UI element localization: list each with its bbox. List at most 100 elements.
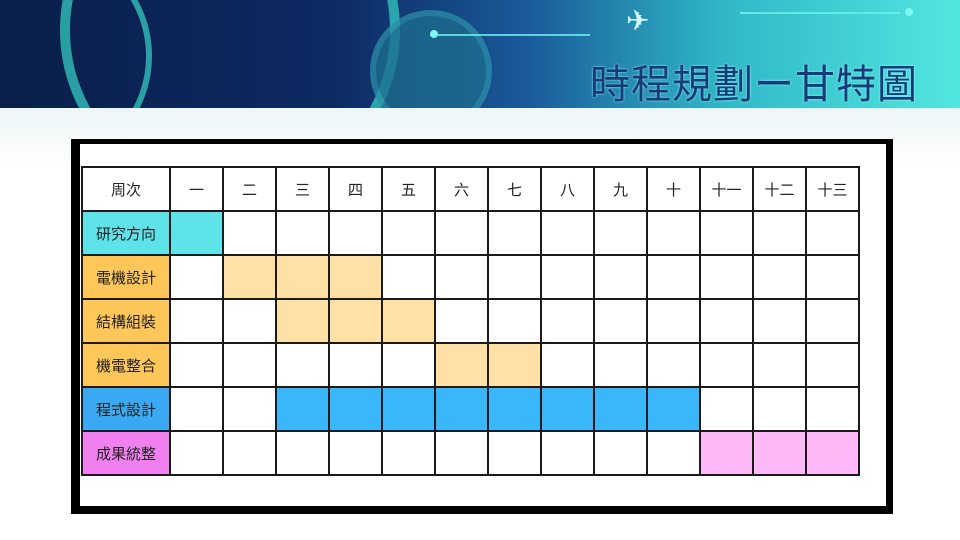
empty-cell — [593, 254, 648, 300]
gantt-bar-cell — [328, 254, 383, 300]
empty-cell — [593, 430, 648, 476]
gantt-bar-cell — [699, 430, 754, 476]
empty-cell — [752, 342, 807, 388]
empty-cell — [540, 298, 595, 344]
task-row: 結構組裝 — [81, 298, 860, 344]
empty-cell — [381, 430, 436, 476]
gantt-bar-cell — [381, 386, 436, 432]
empty-cell — [222, 298, 277, 344]
empty-cell — [434, 430, 489, 476]
task-label: 程式設計 — [81, 386, 171, 432]
gantt-bar-cell — [487, 342, 542, 388]
empty-cell — [699, 342, 754, 388]
task-label: 結構組裝 — [81, 298, 171, 344]
gantt-bar-cell — [540, 386, 595, 432]
task-row: 電機設計 — [81, 254, 860, 300]
empty-cell — [699, 254, 754, 300]
gantt-bar-cell — [646, 386, 701, 432]
plane-icon: ✈ — [626, 4, 650, 37]
empty-cell — [487, 430, 542, 476]
gantt-bar-cell — [275, 298, 330, 344]
empty-cell — [222, 430, 277, 476]
empty-cell — [593, 342, 648, 388]
empty-cell — [699, 210, 754, 256]
empty-cell — [434, 210, 489, 256]
empty-cell — [222, 386, 277, 432]
empty-cell — [540, 254, 595, 300]
empty-cell — [169, 430, 224, 476]
circuit-dot — [430, 30, 438, 38]
task-label: 成果統整 — [81, 430, 171, 476]
empty-cell — [169, 342, 224, 388]
empty-cell — [752, 386, 807, 432]
empty-cell — [646, 430, 701, 476]
empty-cell — [169, 298, 224, 344]
gantt-bar-cell — [275, 386, 330, 432]
empty-cell — [328, 430, 383, 476]
week-column-header: 八 — [540, 166, 595, 212]
gantt-bar-cell — [434, 342, 489, 388]
week-column-header: 五 — [381, 166, 436, 212]
empty-cell — [328, 342, 383, 388]
empty-cell — [487, 298, 542, 344]
empty-cell — [805, 298, 860, 344]
empty-cell — [805, 386, 860, 432]
week-column-header: 一 — [169, 166, 224, 212]
empty-cell — [540, 430, 595, 476]
gantt-bar-cell — [752, 430, 807, 476]
empty-cell — [699, 386, 754, 432]
empty-cell — [752, 254, 807, 300]
task-row: 程式設計 — [81, 386, 860, 432]
gantt-bar-cell — [275, 254, 330, 300]
week-column-header: 十二 — [752, 166, 807, 212]
empty-cell — [593, 298, 648, 344]
task-row: 研究方向 — [81, 210, 860, 256]
week-column-header: 二 — [222, 166, 277, 212]
week-column-header: 四 — [328, 166, 383, 212]
empty-cell — [381, 254, 436, 300]
empty-cell — [434, 298, 489, 344]
empty-cell — [646, 210, 701, 256]
empty-cell — [752, 298, 807, 344]
empty-cell — [805, 342, 860, 388]
task-label: 機電整合 — [81, 342, 171, 388]
gantt-bar-cell — [381, 298, 436, 344]
task-row: 機電整合 — [81, 342, 860, 388]
empty-cell — [434, 254, 489, 300]
week-column-header: 九 — [593, 166, 648, 212]
gear-decoration — [60, 0, 400, 108]
gantt-bar-cell — [805, 430, 860, 476]
empty-cell — [805, 210, 860, 256]
empty-cell — [169, 386, 224, 432]
empty-cell — [381, 342, 436, 388]
empty-cell — [487, 210, 542, 256]
empty-cell — [752, 210, 807, 256]
task-label: 研究方向 — [81, 210, 171, 256]
empty-cell — [169, 254, 224, 300]
gantt-bar-cell — [434, 386, 489, 432]
task-label: 電機設計 — [81, 254, 171, 300]
circuit-line — [740, 12, 900, 14]
gantt-bar-cell — [169, 210, 224, 256]
empty-cell — [275, 430, 330, 476]
week-column-header: 十 — [646, 166, 701, 212]
task-row: 成果統整 — [81, 430, 860, 476]
empty-cell — [222, 342, 277, 388]
circuit-dot — [905, 8, 913, 16]
empty-cell — [275, 210, 330, 256]
week-column-header: 十一 — [699, 166, 754, 212]
week-column-header: 十三 — [805, 166, 860, 212]
page-title: 時程規劃ー甘特圖 — [590, 62, 918, 108]
empty-cell — [699, 298, 754, 344]
empty-cell — [593, 210, 648, 256]
empty-cell — [646, 342, 701, 388]
week-column-header: 七 — [487, 166, 542, 212]
empty-cell — [487, 254, 542, 300]
gantt-table: 周次一二三四五六七八九十十一 十二 十三 研究方向 電機設計 結構組裝 機電整合 程式設計 成果… — [81, 166, 860, 476]
empty-cell — [646, 298, 701, 344]
header-banner: ✈ 時程規劃ー甘特圖 — [0, 0, 960, 108]
gantt-bar-cell — [328, 298, 383, 344]
empty-cell — [222, 210, 277, 256]
empty-cell — [540, 210, 595, 256]
gantt-bar-cell — [487, 386, 542, 432]
